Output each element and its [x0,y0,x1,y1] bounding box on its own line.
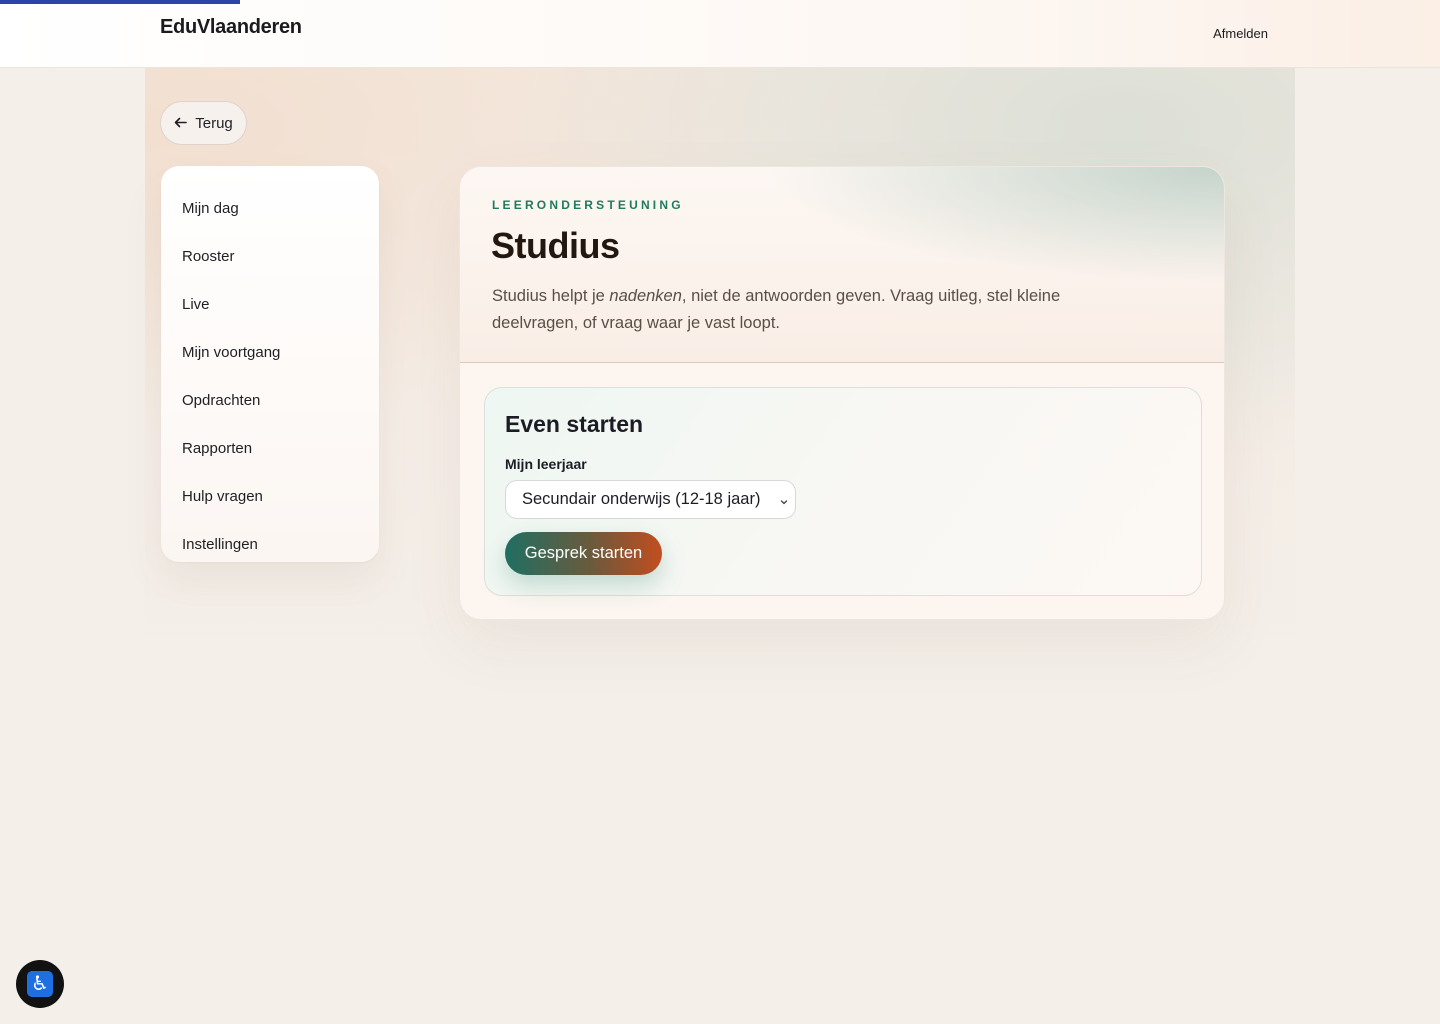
page-description: Studius helpt je nadenken, niet de antwo… [492,283,1132,337]
start-panel: Even starten Mijn leerjaar Secundair ond… [484,387,1202,596]
sidebar-item-mijn-voortgang[interactable]: Mijn voortgang [161,328,379,376]
start-conversation-button[interactable]: Gesprek starten [505,532,662,575]
back-button[interactable]: Terug [160,101,247,145]
accessibility-button[interactable]: ♿ [16,960,64,1008]
sidebar-item-hulp-vragen[interactable]: Hulp vragen [161,472,379,520]
sidebar-item-rooster[interactable]: Rooster [161,232,379,280]
grade-label: Mijn leerjaar [505,456,587,472]
sidebar-item-mijn-dag[interactable]: Mijn dag [161,184,379,232]
sidebar-item-opdrachten[interactable]: Opdrachten [161,376,379,424]
sidebar-item-live[interactable]: Live [161,280,379,328]
progress-indicator [0,0,240,4]
grade-select-value: Secundair onderwijs (12-18 jaar) [522,490,761,508]
sidebar-nav: Mijn dag Rooster Live Mijn voortgang Opd… [161,166,379,562]
sidebar-item-instellingen[interactable]: Instellingen [161,520,379,568]
top-bar: EduVlaanderen Afmelden [0,0,1440,68]
grade-select[interactable]: Secundair onderwijs (12-18 jaar) [505,480,796,519]
accessibility-icon: ♿ [27,971,53,997]
page-title: Studius [491,225,620,266]
description-emphasis: nadenken [609,287,682,305]
back-button-label: Terug [195,114,233,132]
arrow-left-icon [174,116,188,130]
section-eyebrow: LEERONDERSTEUNING [492,198,684,212]
chevron-down-icon [779,493,789,505]
brand-logo[interactable]: EduVlaanderen [160,16,302,39]
start-title: Even starten [505,411,644,437]
logout-link[interactable]: Afmelden [1213,26,1268,41]
studius-card: LEERONDERSTEUNING Studius Studius helpt … [459,166,1225,620]
description-start: Studius helpt je [492,287,610,305]
card-header: LEERONDERSTEUNING Studius Studius helpt … [460,167,1224,363]
sidebar-item-rapporten[interactable]: Rapporten [161,424,379,472]
